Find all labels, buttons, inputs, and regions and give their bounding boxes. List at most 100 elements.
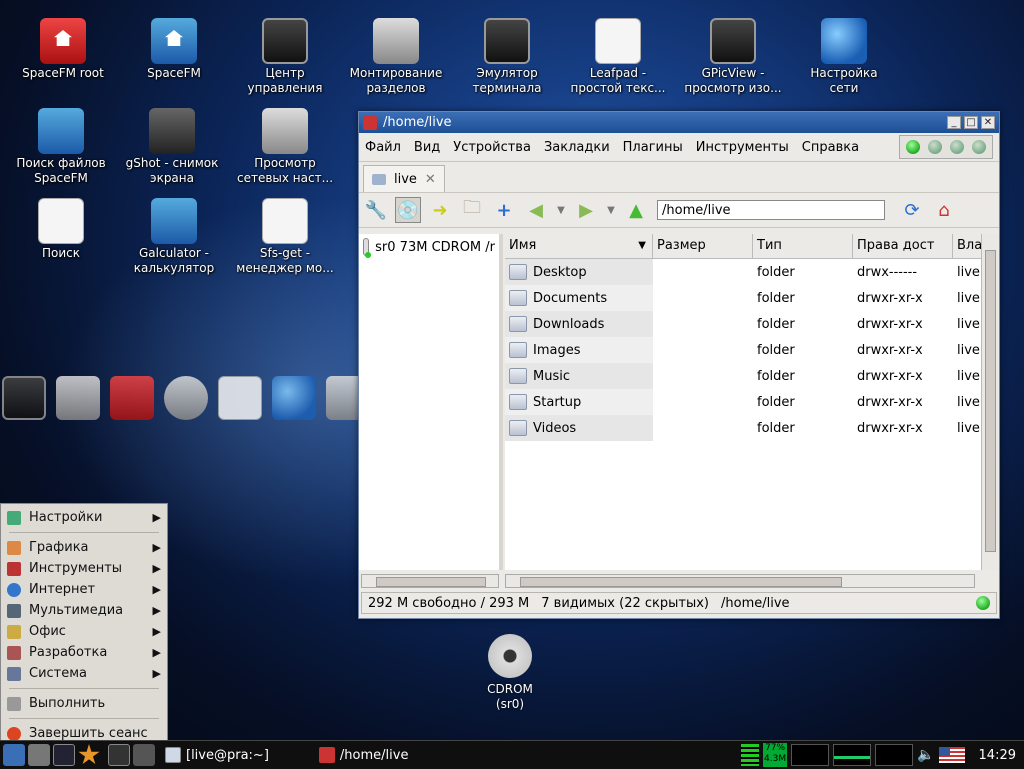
clock[interactable]: 14:29 bbox=[979, 748, 1016, 763]
file-permissions: drwxr-xr-x bbox=[857, 342, 923, 358]
task-terminal[interactable]: [live@pra:~] bbox=[165, 747, 269, 763]
desktop-icon-control-center[interactable]: Центр управления bbox=[230, 18, 340, 96]
path-input[interactable]: /home/live bbox=[657, 200, 885, 220]
table-row[interactable]: Music folder drwxr-xr-x live bbox=[505, 363, 981, 389]
column-name[interactable]: Имя ▼ bbox=[505, 234, 653, 258]
scroll-thumb[interactable] bbox=[376, 577, 486, 587]
desktop-icon-cdrom[interactable]: CDROM (sr0) bbox=[480, 634, 540, 712]
file-list-vscrollbar[interactable] bbox=[981, 234, 998, 570]
desktop-icon-spacefm-root[interactable]: SpaceFM root bbox=[8, 18, 118, 81]
desktop-icon-sfs-get[interactable]: Sfs-get - менеджер мо... bbox=[230, 198, 340, 276]
tab-close-icon[interactable]: ✕ bbox=[425, 172, 436, 187]
column-size[interactable]: Размер bbox=[653, 234, 753, 258]
dock-editor-icon[interactable] bbox=[218, 376, 262, 420]
menu-view[interactable]: Вид bbox=[414, 140, 440, 155]
menu-devices[interactable]: Устройства bbox=[453, 140, 531, 155]
forward-history-icon[interactable]: ▼ bbox=[605, 197, 617, 223]
minimize-button[interactable]: _ bbox=[947, 116, 961, 129]
tab-live[interactable]: live ✕ bbox=[363, 165, 445, 192]
menu-item-graphics[interactable]: Графика ▶ bbox=[1, 537, 167, 558]
panel-4-toggle[interactable] bbox=[972, 140, 986, 154]
menu-item-multimedia[interactable]: Мультимедиа ▶ bbox=[1, 600, 167, 621]
menu-item-system[interactable]: Система ▶ bbox=[1, 663, 167, 684]
mount-icon bbox=[373, 18, 419, 64]
desktop-icon-galculator[interactable]: Galculator - калькулятор bbox=[119, 198, 229, 276]
dir-tree-icon[interactable]: 🗀 bbox=[459, 197, 485, 223]
menu-bookmarks[interactable]: Закладки bbox=[544, 140, 610, 155]
table-row[interactable]: Videos folder drwxr-xr-x live bbox=[505, 415, 981, 441]
device-panel-icon[interactable]: 💿 bbox=[395, 197, 421, 223]
home-icon[interactable]: ⌂ bbox=[931, 197, 957, 223]
panel-2-toggle[interactable] bbox=[928, 140, 942, 154]
workspace-1[interactable] bbox=[108, 744, 130, 766]
desktop-icon-mount[interactable]: Монтирование разделов bbox=[341, 18, 451, 96]
menu-file[interactable]: Файл bbox=[365, 140, 401, 155]
close-button[interactable]: ✕ bbox=[981, 116, 995, 129]
file-type: folder bbox=[757, 394, 795, 410]
desktop-icon-network-settings[interactable]: Настройка сети bbox=[789, 18, 899, 96]
desktop-icon-gpicview[interactable]: GPicView - просмотр изо... bbox=[678, 18, 788, 96]
desktop-icon-terminal[interactable]: Эмулятор терминала bbox=[452, 18, 562, 96]
bookmark-go-icon[interactable]: ➜ bbox=[427, 197, 453, 223]
back-icon[interactable]: ◀ bbox=[523, 197, 549, 223]
cpu-mem-monitor[interactable]: 77% 4.3M bbox=[763, 743, 788, 767]
desktop-icon-label: Sfs-get - bbox=[259, 246, 311, 260]
new-tab-icon[interactable]: + bbox=[491, 197, 517, 223]
menu-help[interactable]: Справка bbox=[802, 140, 859, 155]
task-file-manager[interactable]: /home/live bbox=[318, 747, 408, 763]
menu-item-run[interactable]: Выполнить bbox=[1, 693, 167, 714]
menu-item-tools[interactable]: Инструменты ▶ bbox=[1, 558, 167, 579]
show-desktop-icon[interactable] bbox=[28, 744, 50, 766]
scroll-thumb[interactable] bbox=[985, 250, 996, 552]
device-item-sr0[interactable]: sr0 73M CDROM /r bbox=[359, 234, 499, 260]
column-type[interactable]: Тип bbox=[753, 234, 853, 258]
dock-globe-icon[interactable] bbox=[272, 376, 316, 420]
menu-item-internet[interactable]: Интернет ▶ bbox=[1, 579, 167, 600]
dock-refresh-icon[interactable] bbox=[110, 376, 154, 420]
file-list-hscrollbar[interactable] bbox=[505, 574, 975, 588]
desktop-icon-label: простой текс... bbox=[570, 81, 666, 95]
workspace-2[interactable] bbox=[133, 744, 155, 766]
menu-item-development[interactable]: Разработка ▶ bbox=[1, 642, 167, 663]
dock-folder-icon[interactable] bbox=[56, 376, 100, 420]
desktop-icon-search[interactable]: Поиск bbox=[6, 198, 116, 261]
menu-item-settings[interactable]: Настройки ▶ bbox=[1, 507, 167, 528]
config-icon[interactable]: 🔧 bbox=[363, 197, 389, 223]
menu-plugins[interactable]: Плагины bbox=[623, 140, 683, 155]
desktop-icon-spacefm[interactable]: SpaceFM bbox=[119, 18, 229, 81]
table-row[interactable]: Desktop folder drwx------ live bbox=[505, 259, 981, 285]
file-name-cell: Documents bbox=[505, 285, 653, 311]
table-row[interactable]: Startup folder drwxr-xr-x live bbox=[505, 389, 981, 415]
table-row[interactable]: Downloads folder drwxr-xr-x live bbox=[505, 311, 981, 337]
terminal-launcher-icon[interactable] bbox=[53, 744, 75, 766]
terminal-icon bbox=[484, 18, 530, 64]
window-titlebar[interactable]: /home/live _ □ ✕ bbox=[359, 112, 999, 133]
dock-gear-icon[interactable] bbox=[164, 376, 208, 420]
menu-tools[interactable]: Инструменты bbox=[696, 140, 789, 155]
up-icon[interactable]: ▲ bbox=[623, 197, 649, 223]
start-button-icon[interactable] bbox=[3, 744, 25, 766]
menu-separator bbox=[9, 718, 159, 719]
refresh-icon[interactable]: ⟳ bbox=[899, 197, 925, 223]
panel-1-toggle[interactable] bbox=[906, 140, 920, 154]
side-hscrollbar[interactable] bbox=[361, 574, 499, 588]
desktop-icon-leafpad[interactable]: Leafpad - простой текс... bbox=[563, 18, 673, 96]
keyboard-layout-flag-icon[interactable] bbox=[938, 747, 965, 763]
table-row[interactable]: Documents folder drwxr-xr-x live bbox=[505, 285, 981, 311]
back-history-icon[interactable]: ▼ bbox=[555, 197, 567, 223]
file-permissions: drwxr-xr-x bbox=[857, 290, 923, 306]
forward-icon[interactable]: ▶ bbox=[573, 197, 599, 223]
menu-item-office[interactable]: Офис ▶ bbox=[1, 621, 167, 642]
table-row[interactable]: Images folder drwxr-xr-x live bbox=[505, 337, 981, 363]
desktop-icon-file-search[interactable]: Поиск файлов SpaceFM bbox=[6, 108, 116, 186]
maximize-button[interactable]: □ bbox=[964, 116, 978, 129]
volume-icon[interactable]: 🔈 bbox=[917, 747, 934, 763]
desktop-icon-network-view[interactable]: Просмотр сетевых наст... bbox=[230, 108, 340, 186]
favorites-star-icon[interactable] bbox=[78, 744, 100, 765]
column-owner[interactable]: Вла bbox=[953, 234, 981, 258]
panel-3-toggle[interactable] bbox=[950, 140, 964, 154]
column-permissions[interactable]: Права дост bbox=[853, 234, 953, 258]
desktop-icon-gshot[interactable]: gShot - снимок экрана bbox=[117, 108, 227, 186]
scroll-thumb[interactable] bbox=[520, 577, 842, 587]
dock-terminal-icon[interactable] bbox=[2, 376, 46, 420]
